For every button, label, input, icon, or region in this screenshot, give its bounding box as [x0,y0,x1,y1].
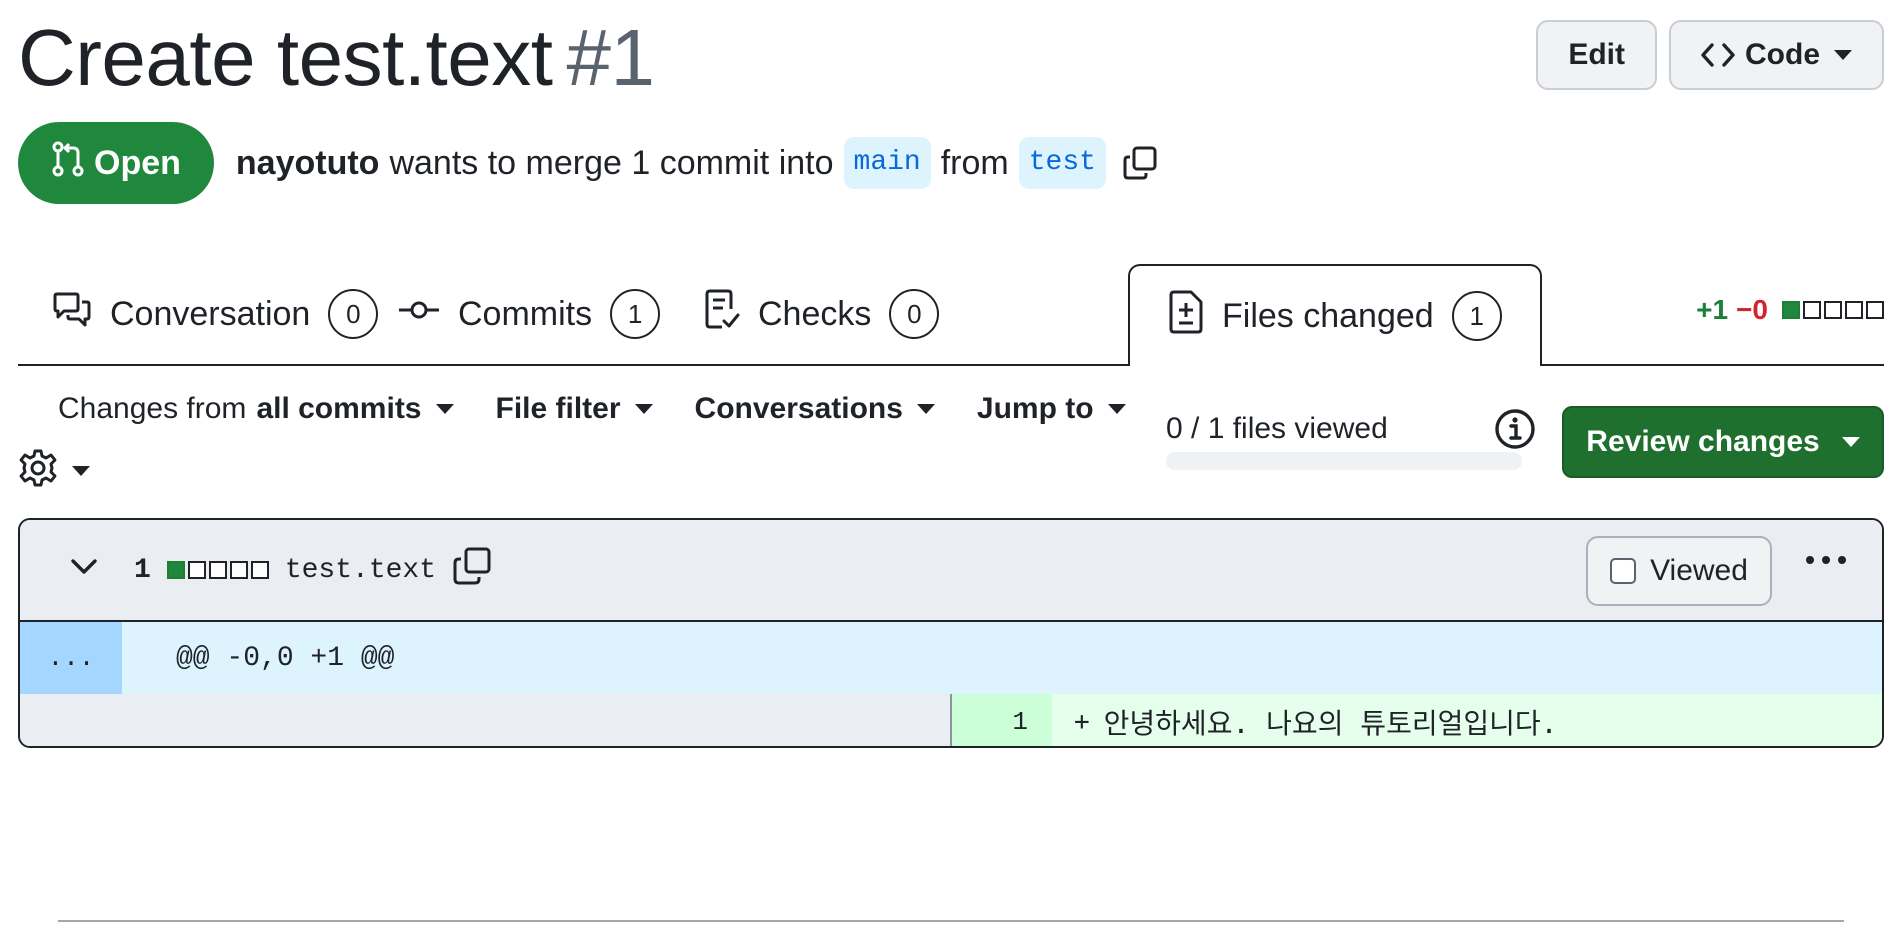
changes-from-label: Changes from [58,392,247,425]
pr-title: Create test.text #1 [18,8,655,108]
author-link[interactable]: nayotuto [236,144,380,183]
kebab-horizontal-icon[interactable] [1806,556,1846,564]
tab-counter: 0 [328,289,379,339]
merge-message: wants to merge 1 commit into [389,143,834,182]
diff-toolbar: Changes from all commits File filter Con… [58,392,1126,426]
gear-icon [18,448,58,493]
changes-from-dropdown[interactable]: Changes from all commits [58,392,454,426]
tab-counter: 1 [1451,291,1502,341]
pull-request-page: Create test.text #1 Edit Code Open nayot… [18,0,1884,932]
viewed-checkbox[interactable] [1610,558,1637,584]
code-icon [1701,42,1735,68]
viewed-checkbox-button[interactable]: Viewed [1586,536,1772,606]
diffstat-block-neutral [187,561,206,579]
diffstat-block-neutral [1803,301,1821,319]
diffstat-block-neutral [1866,301,1884,319]
file-filter-dropdown[interactable]: File filter [496,392,653,426]
diffstat-block-neutral [250,561,269,579]
tab-label: Conversation [110,294,311,333]
file-header: 1 test.text Viewed [20,520,1882,622]
hunk-expand-button[interactable]: ... [20,622,122,694]
git-pull-request-icon [52,141,84,186]
from-word: from [940,143,1009,182]
code-button[interactable]: Code [1669,20,1884,90]
bottom-divider [58,920,1844,922]
jump-to-dropdown[interactable]: Jump to [977,392,1126,426]
file-diffstat-blocks [166,561,269,579]
diffstat-block-neutral [1824,301,1842,319]
file-change-count: 1 [134,554,151,586]
additions-count: +1 [1696,294,1729,325]
jump-to-label: Jump to [976,392,1094,425]
conversations-label: Conversations [694,392,903,425]
checklist-icon [704,289,740,340]
pr-tabs: Conversation 0 Commits 1 Checks 0 Files … [18,264,1884,366]
hunk-header-text: @@ -0,0 +1 @@ [176,642,395,674]
files-viewed-text: 0 / 1 files viewed [1166,412,1388,445]
diffstat-block-neutral [229,561,248,579]
deletions-count: −0 [1736,294,1768,325]
chevron-down-icon [1107,404,1126,414]
diffstat-block-neutral [1845,301,1863,319]
chevron-down-icon [634,404,653,414]
old-side-empty [20,694,952,746]
file-filter-label: File filter [495,392,621,425]
diffstat-blocks [1782,301,1884,319]
file-diff: 1 test.text Viewed ... @@ -0,0 +1 @@ 1 +… [18,518,1884,748]
line-content: 안녕하세요. 나요의 튜토리얼입니다. [1103,707,1558,740]
pr-number: #1 [566,13,655,102]
chevron-down-icon [1841,437,1860,447]
file-diff-icon [1168,290,1204,343]
copy-path-icon[interactable] [452,546,492,595]
addition-marker: + [1074,707,1090,737]
state-label: Open [94,143,181,182]
base-branch[interactable]: main [843,137,931,189]
tab-files-changed[interactable]: Files changed 1 [1128,264,1542,366]
diffstat: +1 −0 [1696,294,1884,326]
changes-from-value: all commits [256,392,422,425]
tab-conversation[interactable]: Conversation 0 [52,264,379,364]
pr-title-text: Create test.text [18,13,553,102]
diff-settings-dropdown[interactable] [18,448,90,493]
head-branch[interactable]: test [1018,137,1106,189]
diff-line-row: 1 + 안녕하세요. 나요의 튜토리얼입니다. [20,694,1882,746]
tab-label: Commits [458,294,593,333]
edit-button[interactable]: Edit [1536,20,1657,90]
chevron-down-icon [72,465,90,476]
viewed-label: Viewed [1650,554,1748,587]
file-path[interactable]: test.text [285,555,436,586]
state-badge: Open [18,122,214,204]
code-button-label: Code [1745,38,1820,71]
new-line-code: + 안녕하세요. 나요의 튜토리얼입니다. [1052,694,1882,746]
tab-commits[interactable]: Commits 1 [398,264,661,364]
collapse-chevron-icon[interactable] [70,555,98,586]
files-viewed-progress: 0 / 1 files viewed [1166,412,1526,470]
review-changes-button[interactable]: Review changes [1562,406,1884,478]
file-header-info: 1 test.text [70,520,492,620]
comment-discussion-icon [52,292,92,337]
hunk-header-row: ... @@ -0,0 +1 @@ [20,622,1882,694]
new-line-number[interactable]: 1 [952,694,1052,746]
tab-counter: 0 [889,289,940,339]
info-icon[interactable] [1494,408,1536,455]
pr-status-row: Open nayotuto wants to merge 1 commit in… [18,122,1158,204]
tab-label: Files changed [1222,296,1434,335]
chevron-down-icon [1834,50,1852,60]
tab-checks[interactable]: Checks 0 [704,264,940,364]
chevron-down-icon [916,404,935,414]
git-commit-icon [398,292,440,337]
review-changes-label: Review changes [1586,425,1820,458]
tab-counter: 1 [610,289,661,339]
chevron-down-icon [435,404,454,414]
diffstat-block-added [1782,301,1800,319]
conversations-dropdown[interactable]: Conversations [695,392,935,426]
copy-branch-icon[interactable] [1122,145,1158,181]
diffstat-block-added [166,561,185,579]
files-viewed-bar [1166,452,1522,470]
merge-summary: nayotuto wants to merge 1 commit into ma… [236,137,1158,189]
edit-button-label: Edit [1568,38,1625,71]
header-actions: Edit Code [1536,20,1884,90]
diffstat-block-neutral [208,561,227,579]
tab-label: Checks [758,294,872,333]
